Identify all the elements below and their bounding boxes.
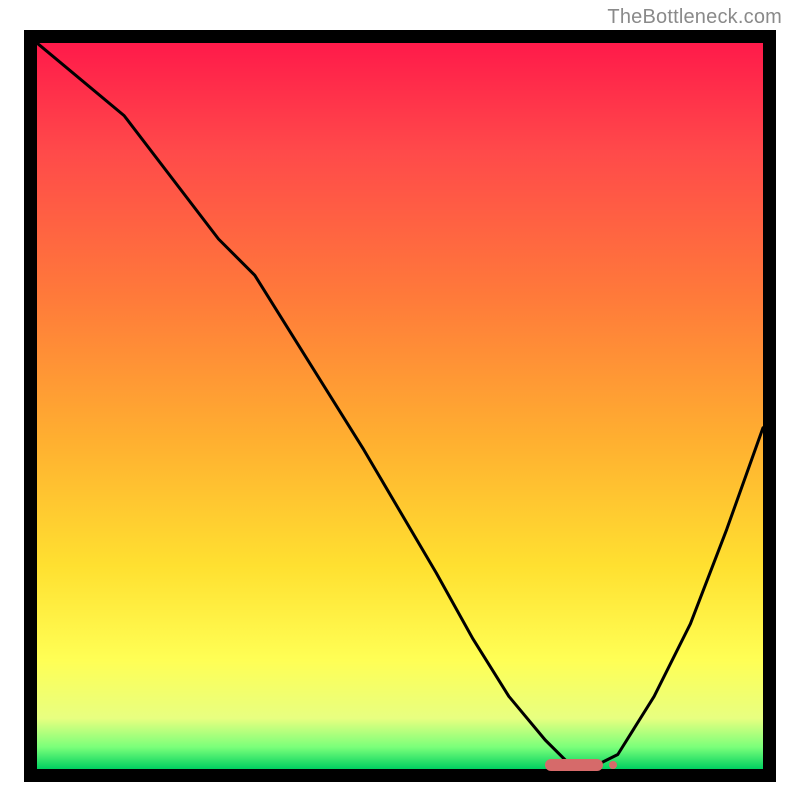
curve-path: [37, 43, 763, 769]
plot-area: [37, 43, 763, 769]
chart-container: TheBottleneck.com: [0, 0, 800, 800]
plot-border: [24, 30, 776, 782]
bottleneck-curve: [37, 43, 763, 769]
minimum-marker: [545, 759, 603, 771]
watermark-text: TheBottleneck.com: [607, 6, 782, 29]
